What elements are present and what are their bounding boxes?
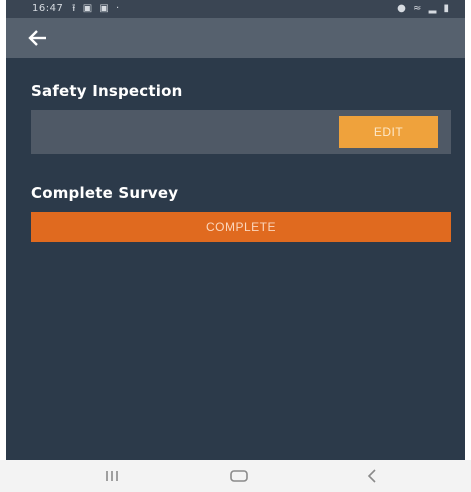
recents-icon	[106, 471, 118, 481]
home-button[interactable]	[219, 466, 259, 486]
system-nav-bar	[0, 460, 471, 492]
safety-inspection-card: EDIT	[31, 110, 451, 154]
complete-survey-title: Complete Survey	[31, 184, 179, 202]
edit-button[interactable]: EDIT	[339, 116, 438, 148]
wifi-icon: ≈	[413, 3, 424, 14]
back-icon	[367, 469, 376, 483]
phone-screen: 16:47 ⭱ ▣ ▣ · ● ≈ ▂ ▮ Safety Inspection …	[6, 0, 465, 492]
signal-icon: ▂	[428, 3, 439, 14]
alarm-icon: ●	[397, 3, 408, 14]
dot-icon: ·	[115, 3, 122, 14]
status-bar: 16:47 ⭱ ▣ ▣ · ● ≈ ▂ ▮	[6, 0, 465, 18]
back-button[interactable]	[26, 26, 54, 50]
system-back-button[interactable]	[352, 466, 392, 486]
status-notification-icons: ⭱ ▣ ▣ ·	[72, 0, 121, 18]
recents-button[interactable]	[92, 466, 132, 486]
complete-button[interactable]: COMPLETE	[31, 212, 451, 242]
battery-icon: ▮	[443, 3, 451, 14]
main-content: Safety Inspection EDIT Complete Survey C…	[6, 58, 465, 460]
home-icon	[230, 470, 248, 482]
arrow-left-icon	[28, 30, 46, 46]
status-time: 16:47	[32, 3, 64, 14]
image-icon: ▣	[99, 3, 111, 14]
app-bar	[6, 18, 465, 58]
status-system-icons: ● ≈ ▂ ▮	[397, 0, 451, 18]
upload-icon: ⭱	[72, 3, 78, 14]
safety-inspection-title: Safety Inspection	[31, 82, 183, 100]
image-icon: ▣	[82, 3, 95, 14]
